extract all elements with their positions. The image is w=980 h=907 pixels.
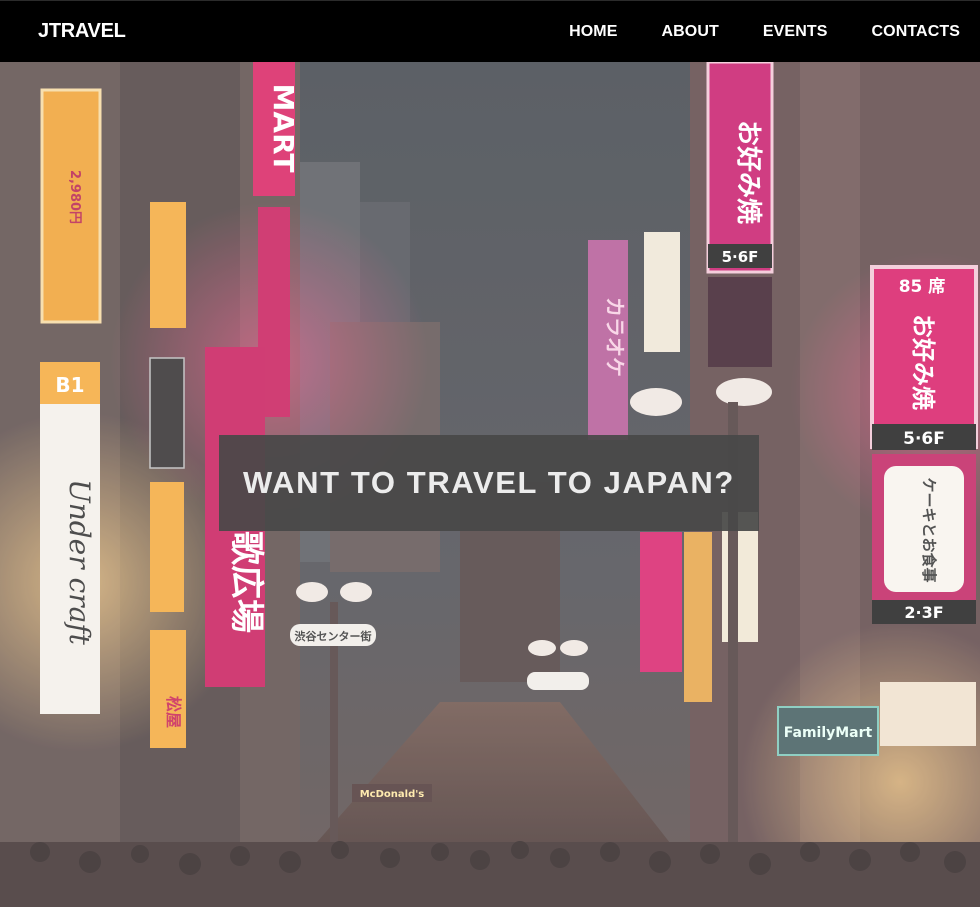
hero-section: 2,980円 B1 Under craft 松屋 MART 歌広場 カラオケ お… xyxy=(0,62,980,907)
hero-heading-box: WANT TO TRAVEL TO JAPAN? xyxy=(219,435,759,531)
brand-logo-link[interactable]: JTRAVEL xyxy=(38,20,126,43)
nav-link-events[interactable]: EVENTS xyxy=(763,23,828,41)
nav-links: HOME ABOUT EVENTS CONTACTS xyxy=(525,1,960,63)
hero-title: WANT TO TRAVEL TO JAPAN? xyxy=(243,465,735,500)
top-navbar: JTRAVEL HOME ABOUT EVENTS CONTACTS xyxy=(0,0,980,62)
nav-link-home[interactable]: HOME xyxy=(569,23,617,41)
nav-link-about[interactable]: ABOUT xyxy=(661,23,718,41)
nav-link-contacts[interactable]: CONTACTS xyxy=(872,23,961,41)
